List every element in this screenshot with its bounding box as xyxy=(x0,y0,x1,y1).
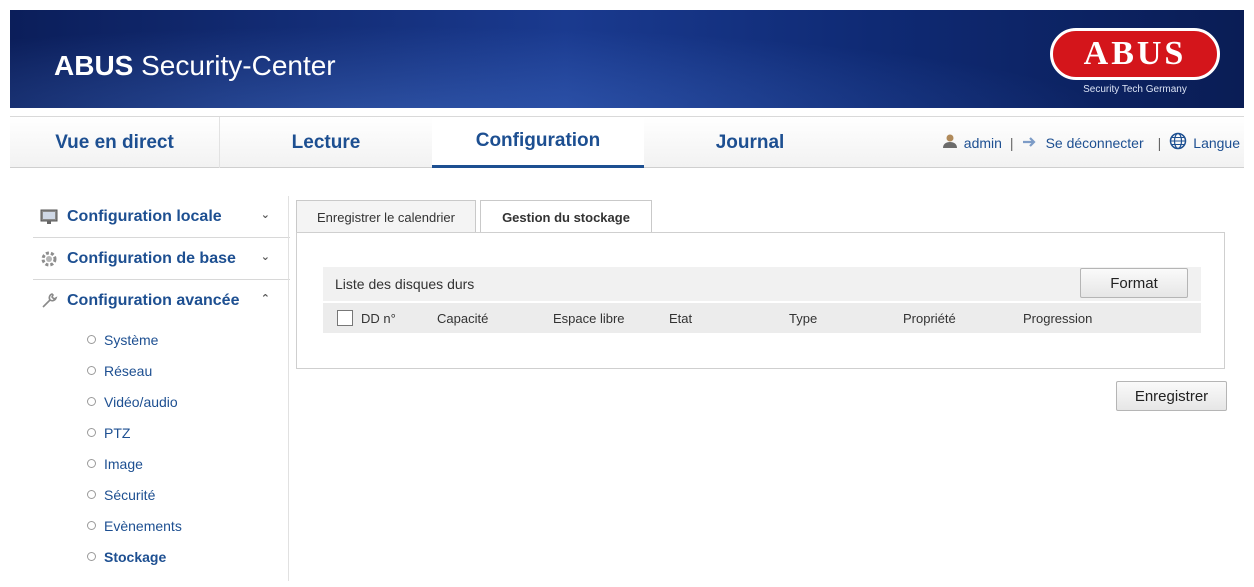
sidebar-section-local-config[interactable]: Configuration locale ⌄ xyxy=(33,196,290,238)
nav-tab-playback[interactable]: Lecture xyxy=(220,117,432,168)
chevron-down-icon: ⌄ xyxy=(260,251,270,263)
select-all-checkbox[interactable] xyxy=(337,310,353,326)
format-button[interactable]: Format xyxy=(1080,268,1188,298)
language-link[interactable]: Langue xyxy=(1193,135,1240,151)
sidebar-item-events[interactable]: Evènements xyxy=(33,510,290,541)
bullet-icon xyxy=(87,428,96,437)
bullet-icon xyxy=(87,366,96,375)
chevron-down-icon: ⌄ xyxy=(260,209,270,221)
bullet-icon xyxy=(87,552,96,561)
sidebar-item-security[interactable]: Sécurité xyxy=(33,479,290,510)
nav-tab-log[interactable]: Journal xyxy=(644,117,856,168)
bullet-icon xyxy=(87,490,96,499)
sidebar-item-storage[interactable]: Stockage xyxy=(33,541,290,572)
storage-panel: Liste des disques durs Format DD n° Capa… xyxy=(296,232,1225,369)
wrench-icon xyxy=(39,291,59,311)
hdd-table-header: DD n° Capacité Espace libre Etat Type Pr… xyxy=(323,303,1201,333)
logout-link[interactable]: Se déconnecter xyxy=(1046,135,1144,151)
sidebar-item-image[interactable]: Image xyxy=(33,448,290,479)
chevron-up-icon: ⌃ xyxy=(260,293,270,305)
username[interactable]: admin xyxy=(964,135,1002,151)
bullet-icon xyxy=(87,397,96,406)
sidebar-item-ptz[interactable]: PTZ xyxy=(33,417,290,448)
sidebar-item-video-audio[interactable]: Vidéo/audio xyxy=(33,386,290,417)
hdd-list-header: Liste des disques durs xyxy=(323,267,1201,301)
tab-storage-management[interactable]: Gestion du stockage xyxy=(480,200,652,234)
advanced-config-submenu: Système Réseau Vidéo/audio PTZ Image Séc… xyxy=(33,322,290,572)
monitor-icon xyxy=(39,207,59,227)
nav-tab-live-view[interactable]: Vue en direct xyxy=(10,117,220,168)
abus-logo: ABUS Security Tech Germany xyxy=(1050,28,1220,102)
col-capacity: Capacité xyxy=(437,310,489,326)
sidebar-section-advanced-config[interactable]: Configuration avancée ⌃ xyxy=(33,280,290,322)
user-icon xyxy=(942,133,958,152)
bullet-icon xyxy=(87,521,96,530)
sidebar-item-system[interactable]: Système xyxy=(33,324,290,355)
globe-icon xyxy=(1169,132,1187,153)
col-free-space: Espace libre xyxy=(553,310,625,326)
sidebar: Configuration locale ⌄ Configuration de … xyxy=(33,196,290,572)
col-progress: Progression xyxy=(1023,310,1093,326)
save-button[interactable]: Enregistrer xyxy=(1116,381,1227,411)
nav-tab-configuration[interactable]: Configuration xyxy=(432,117,644,168)
bullet-icon xyxy=(87,335,96,344)
sidebar-section-basic-config[interactable]: Configuration de base ⌄ xyxy=(33,238,290,280)
col-type: Type xyxy=(789,310,818,326)
tab-record-schedule[interactable]: Enregistrer le calendrier xyxy=(296,200,476,233)
app-title: ABUS Security-Center xyxy=(54,50,336,81)
main-nav: Vue en direct Lecture Configuration Jour… xyxy=(10,116,1244,168)
col-property: Propriété xyxy=(903,310,956,326)
logout-icon xyxy=(1022,135,1040,151)
sidebar-divider xyxy=(288,196,289,581)
col-hdd-number: DD n° xyxy=(337,303,396,333)
user-area: admin | Se déconnecter | Langue xyxy=(942,117,1240,168)
col-status: Etat xyxy=(669,310,693,326)
bullet-icon xyxy=(87,459,96,468)
hdd-list-title: Liste des disques durs xyxy=(335,276,475,292)
gear-icon xyxy=(39,249,59,269)
sidebar-item-network[interactable]: Réseau xyxy=(33,355,290,386)
header-banner: ABUS Security-Center ABUS Security Tech … xyxy=(10,10,1244,108)
